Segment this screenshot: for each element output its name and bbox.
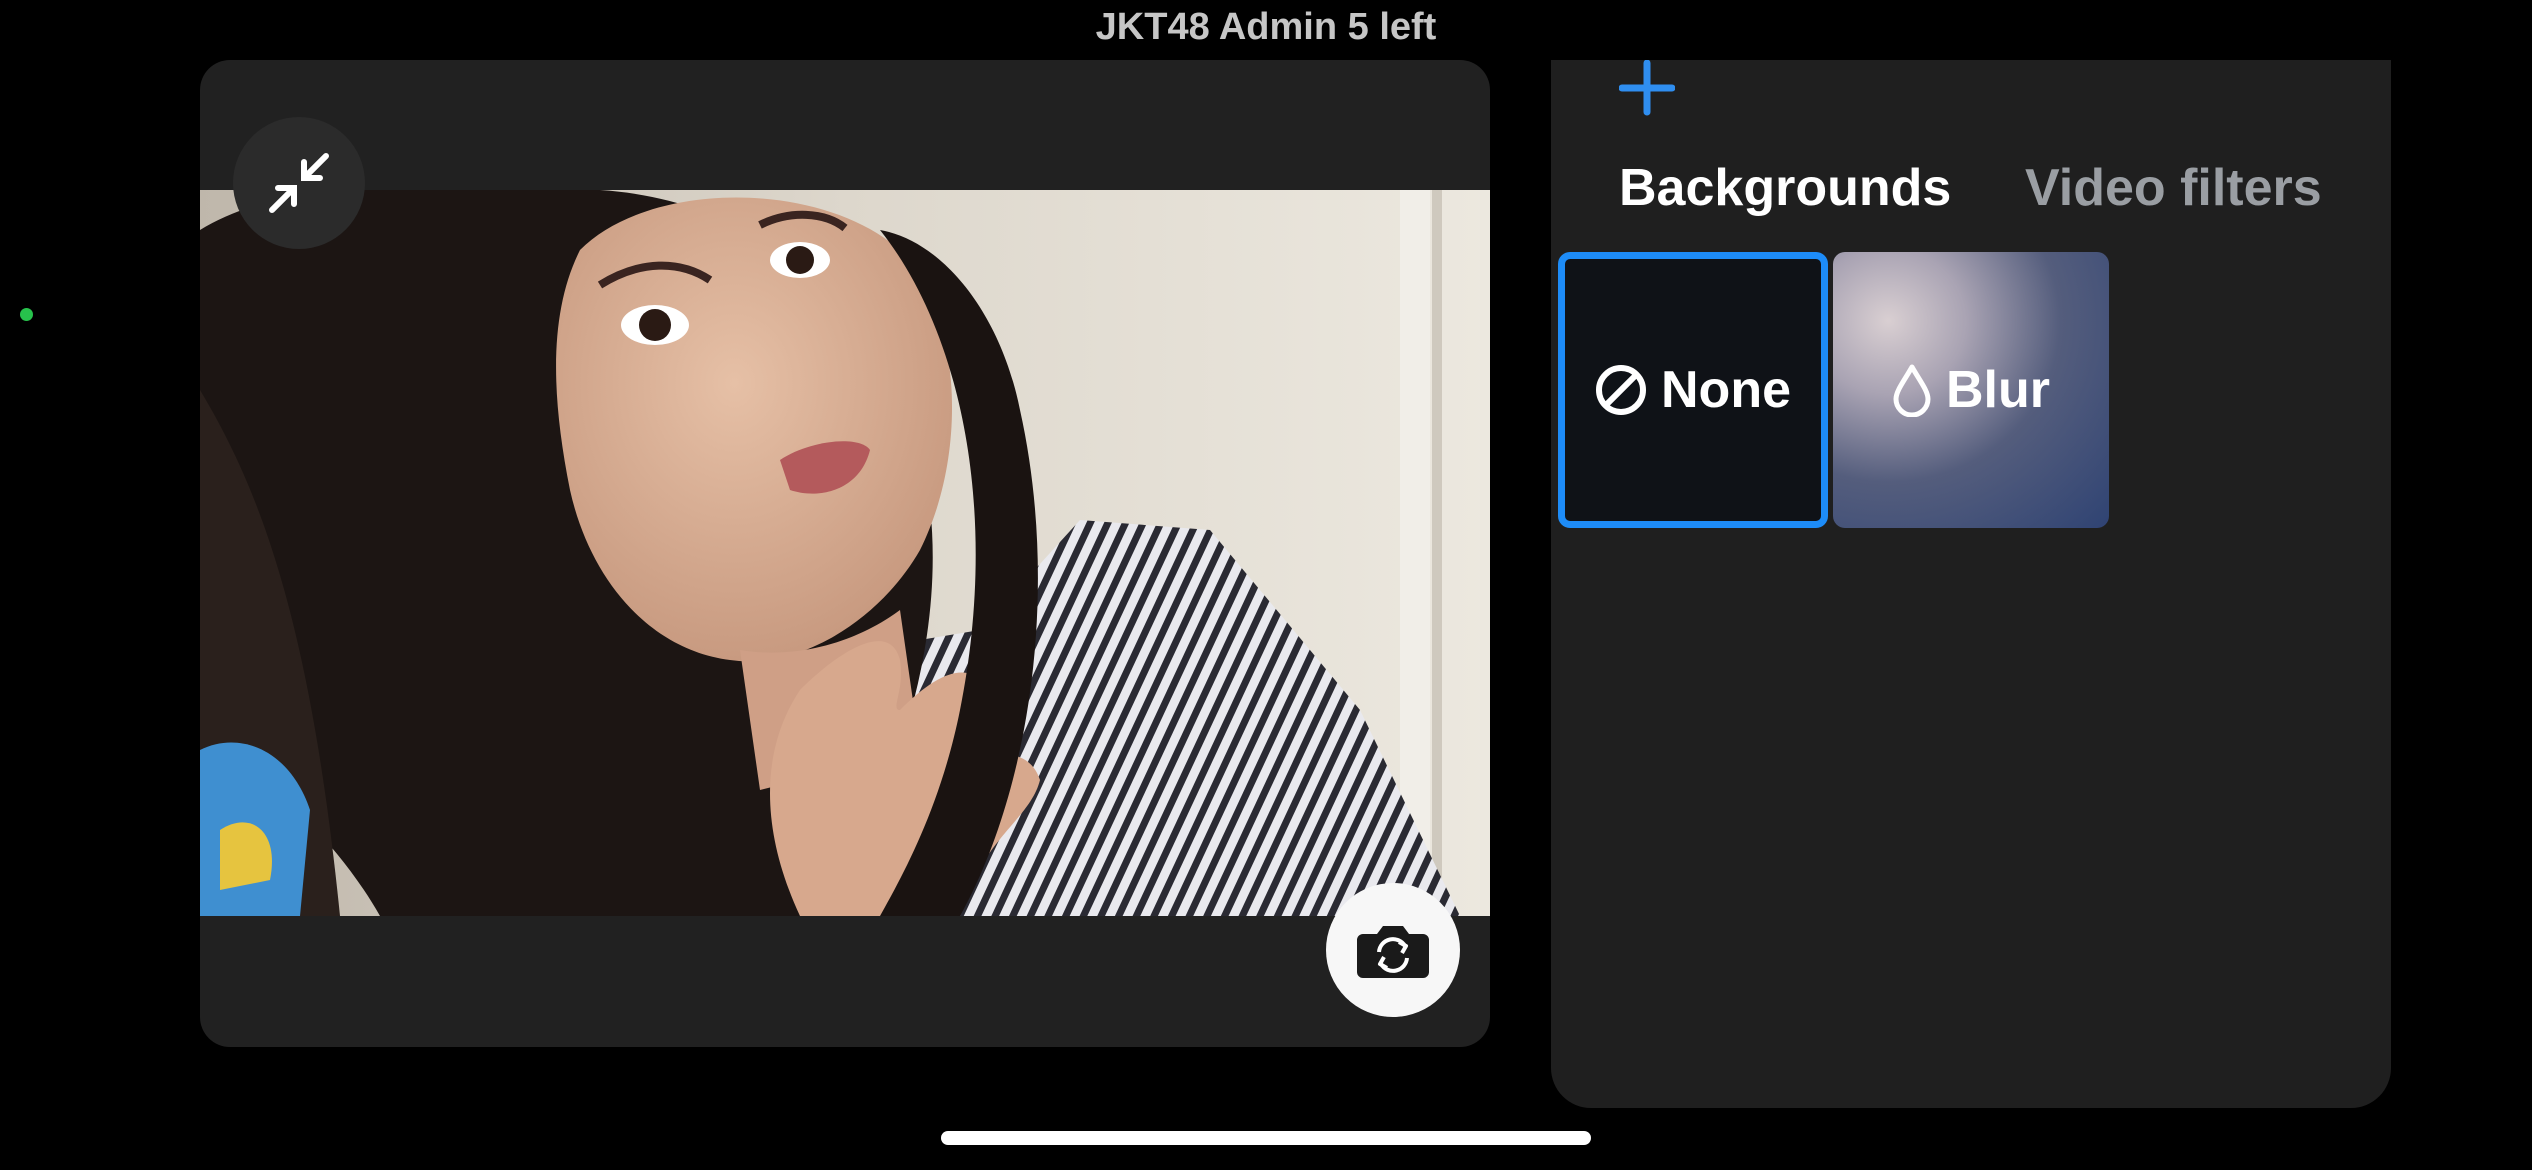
option-blur-label: Blur [1946, 361, 2050, 419]
self-view-card [200, 60, 1490, 1047]
call-title: JKT48 Admin 5 left [1095, 6, 1437, 48]
background-option-blur[interactable]: Blur [1833, 252, 2109, 528]
camera-preview-image [200, 190, 1490, 916]
collapse-arrows-icon [269, 153, 329, 213]
background-option-none[interactable]: None [1558, 252, 1828, 528]
tab-video-filters[interactable]: Video filters [2025, 158, 2322, 218]
add-background-button[interactable] [1618, 59, 1676, 116]
option-none-label: None [1661, 361, 1791, 419]
video-effects-screen: JKT48 Admin 5 left Backgrounds Video fil… [0, 0, 2532, 1170]
prohibited-icon [1595, 364, 1647, 416]
camera-preview-video [200, 190, 1490, 916]
camera-flip-icon [1357, 926, 1429, 978]
effects-panel: Backgrounds Video filters None Blur [1551, 59, 2391, 1108]
droplet-icon [1892, 363, 1932, 417]
collapse-preview-button[interactable] [233, 117, 365, 249]
plus-icon [1618, 59, 1676, 116]
home-indicator[interactable] [941, 1131, 1591, 1145]
flip-camera-button[interactable] [1326, 883, 1460, 1017]
tab-backgrounds[interactable]: Backgrounds [1619, 158, 1951, 218]
status-indicator-dot [20, 308, 33, 321]
